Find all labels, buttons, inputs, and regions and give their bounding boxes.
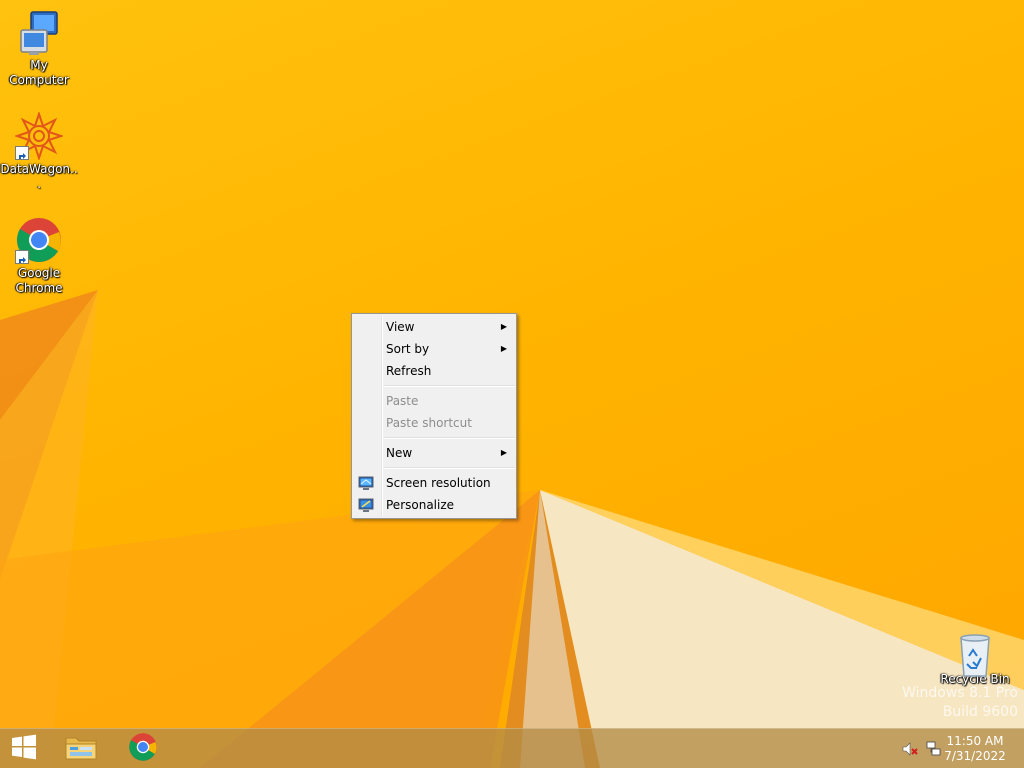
speaker-muted-icon[interactable]: [902, 741, 918, 757]
menu-item-new[interactable]: New ▶: [352, 442, 516, 464]
menu-item-view[interactable]: View ▶: [352, 316, 516, 338]
system-tray: 11:50 AM 7/31/2022: [884, 729, 1024, 768]
taskbar-file-explorer-button[interactable]: [56, 729, 106, 768]
taskbar-chrome-button[interactable]: [119, 729, 167, 768]
personalize-icon: [358, 497, 374, 513]
shortcut-arrow-icon: [15, 146, 29, 160]
desktop-icon-label: DataWagon...: [0, 162, 78, 191]
desktop-context-menu: View ▶ Sort by ▶ Refresh Paste Paste sho…: [351, 313, 517, 519]
submenu-arrow-icon: ▶: [500, 344, 507, 353]
watermark-build: Build 9600: [942, 704, 1018, 720]
menu-item-personalize[interactable]: Personalize: [352, 494, 516, 516]
computer-icon: [15, 8, 63, 56]
menu-item-label: Screen resolution: [386, 476, 491, 490]
folder-icon: [64, 732, 98, 766]
desktop-icon-google-chrome[interactable]: Google Chrome: [0, 216, 78, 296]
recycle-bin-icon: [951, 630, 999, 678]
menu-separator: [384, 385, 515, 387]
menu-item-label: Paste: [386, 394, 419, 408]
chrome-icon: [15, 216, 63, 264]
shortcut-arrow-icon: [15, 250, 29, 264]
menu-item-paste: Paste: [352, 390, 516, 412]
taskbar: 11:50 AM 7/31/2022: [0, 728, 1024, 768]
watermark-edition: Windows 8.1 Pro: [902, 685, 1018, 701]
menu-item-label: New: [386, 446, 413, 460]
clock-date: 7/31/2022: [944, 749, 1006, 763]
menu-item-refresh[interactable]: Refresh: [352, 360, 516, 382]
menu-item-sort-by[interactable]: Sort by ▶: [352, 338, 516, 360]
menu-separator: [384, 467, 515, 469]
desktop-icon-label: My Computer: [9, 58, 69, 87]
datawagon-icon: [13, 110, 65, 162]
start-button[interactable]: [0, 729, 48, 768]
menu-separator: [384, 437, 515, 439]
menu-item-paste-shortcut: Paste shortcut: [352, 412, 516, 434]
submenu-arrow-icon: ▶: [500, 448, 507, 457]
desktop-icon-datawagon[interactable]: DataWagon...: [0, 110, 78, 192]
submenu-arrow-icon: ▶: [500, 322, 507, 331]
menu-item-label: View: [386, 320, 415, 334]
desktop[interactable]: My Computer DataWagon... Google Chrome R…: [0, 0, 1024, 768]
desktop-icon-my-computer[interactable]: My Computer: [0, 8, 78, 88]
menu-item-label: Personalize: [386, 498, 455, 512]
menu-item-label: Sort by: [386, 342, 430, 356]
screen-resolution-icon: [358, 475, 374, 491]
taskbar-clock[interactable]: 11:50 AM 7/31/2022: [940, 734, 1010, 764]
windows-watermark: Windows 8.1 Pro Build 9600: [902, 684, 1018, 722]
desktop-icon-recycle-bin[interactable]: Recycle Bin: [936, 630, 1014, 687]
clock-time: 11:50 AM: [946, 734, 1004, 748]
menu-item-label: Paste shortcut: [386, 416, 472, 430]
menu-item-screen-resolution[interactable]: Screen resolution: [352, 472, 516, 494]
windows-logo-icon: [10, 733, 38, 765]
desktop-icon-label: Google Chrome: [15, 266, 63, 295]
chrome-icon: [128, 732, 158, 766]
menu-item-label: Refresh: [386, 364, 432, 378]
